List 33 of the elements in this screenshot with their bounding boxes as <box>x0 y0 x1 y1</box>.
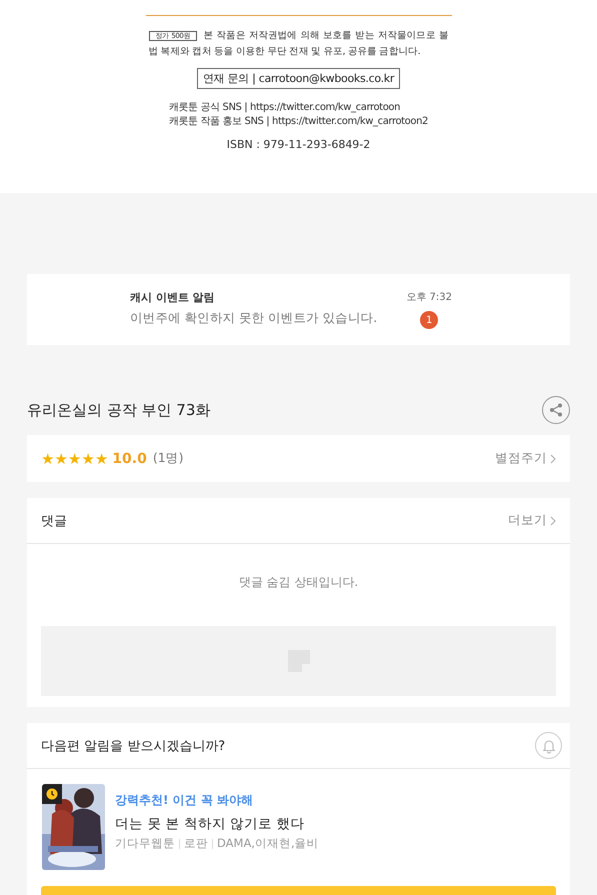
star-icon: ★ <box>94 450 108 468</box>
star-icon: ★ <box>81 450 95 468</box>
star-icon: ★ <box>41 450 54 468</box>
more-link[interactable]: 더보기 <box>508 512 556 529</box>
isbn-text: ISBN : 979-11-293-6849-2 <box>226 138 370 151</box>
sns-link-text: 캐롯툰 공식 SNS | https://twitter.com/kw_carrotoon <box>168 101 402 115</box>
comments-title: 댓글 <box>41 512 67 530</box>
meta-text: 기다무웹툰 <box>115 836 175 851</box>
rate-link[interactable]: 별점주기 <box>495 450 556 467</box>
rating-score: 10.0 <box>112 450 147 466</box>
recommended-title[interactable]: 더는 못 본 척하지 않기로 했다 <box>115 815 319 833</box>
notification-time: 오후 7:32 <box>406 291 452 304</box>
unread-badge: 1 <box>420 311 438 329</box>
star-icon: ★ <box>54 450 68 468</box>
sns-link-text: 캐롯툰 작품 홍보 SNS | https://twitter.com/kw_carrotoon2 <box>168 115 428 129</box>
chevron-icon <box>550 516 556 526</box>
next-episode-question: 다음편 알림을 받으시겠습니까? <box>41 738 226 754</box>
rating-count: (1명) <box>152 450 184 467</box>
meta-text: DAMA,이재현,율비 <box>217 836 319 851</box>
meta-text: 로판 <box>184 836 208 851</box>
episode-title: 유리온실의 공작 부인 73화 <box>27 400 210 420</box>
notification-title: 캐시 이벤트 알림 <box>130 290 216 305</box>
empty-comments-message: 댓글 숨김 상태입니다. <box>238 574 360 591</box>
recommendation-tag: 강력추천! 이건 꼭 봐야해 <box>115 792 319 809</box>
bell-icon <box>540 738 556 754</box>
notify-toggle[interactable] <box>535 732 562 759</box>
share-icon <box>548 402 564 418</box>
notification-message: 이번주에 확인하지 못한 이벤트가 있습니다. <box>130 310 377 327</box>
share-button[interactable] <box>542 396 570 424</box>
contact-info: 연재 문의 | carrotoon@kwbooks.co.kr <box>196 68 400 89</box>
star-icon: ★ <box>68 450 82 468</box>
chevron-icon <box>550 454 556 464</box>
notification-card[interactable]: 캐시 이벤트 알림 이번주에 확인하지 못한 이벤트가 있습니다. 오후 7:32 1 <box>27 274 570 345</box>
